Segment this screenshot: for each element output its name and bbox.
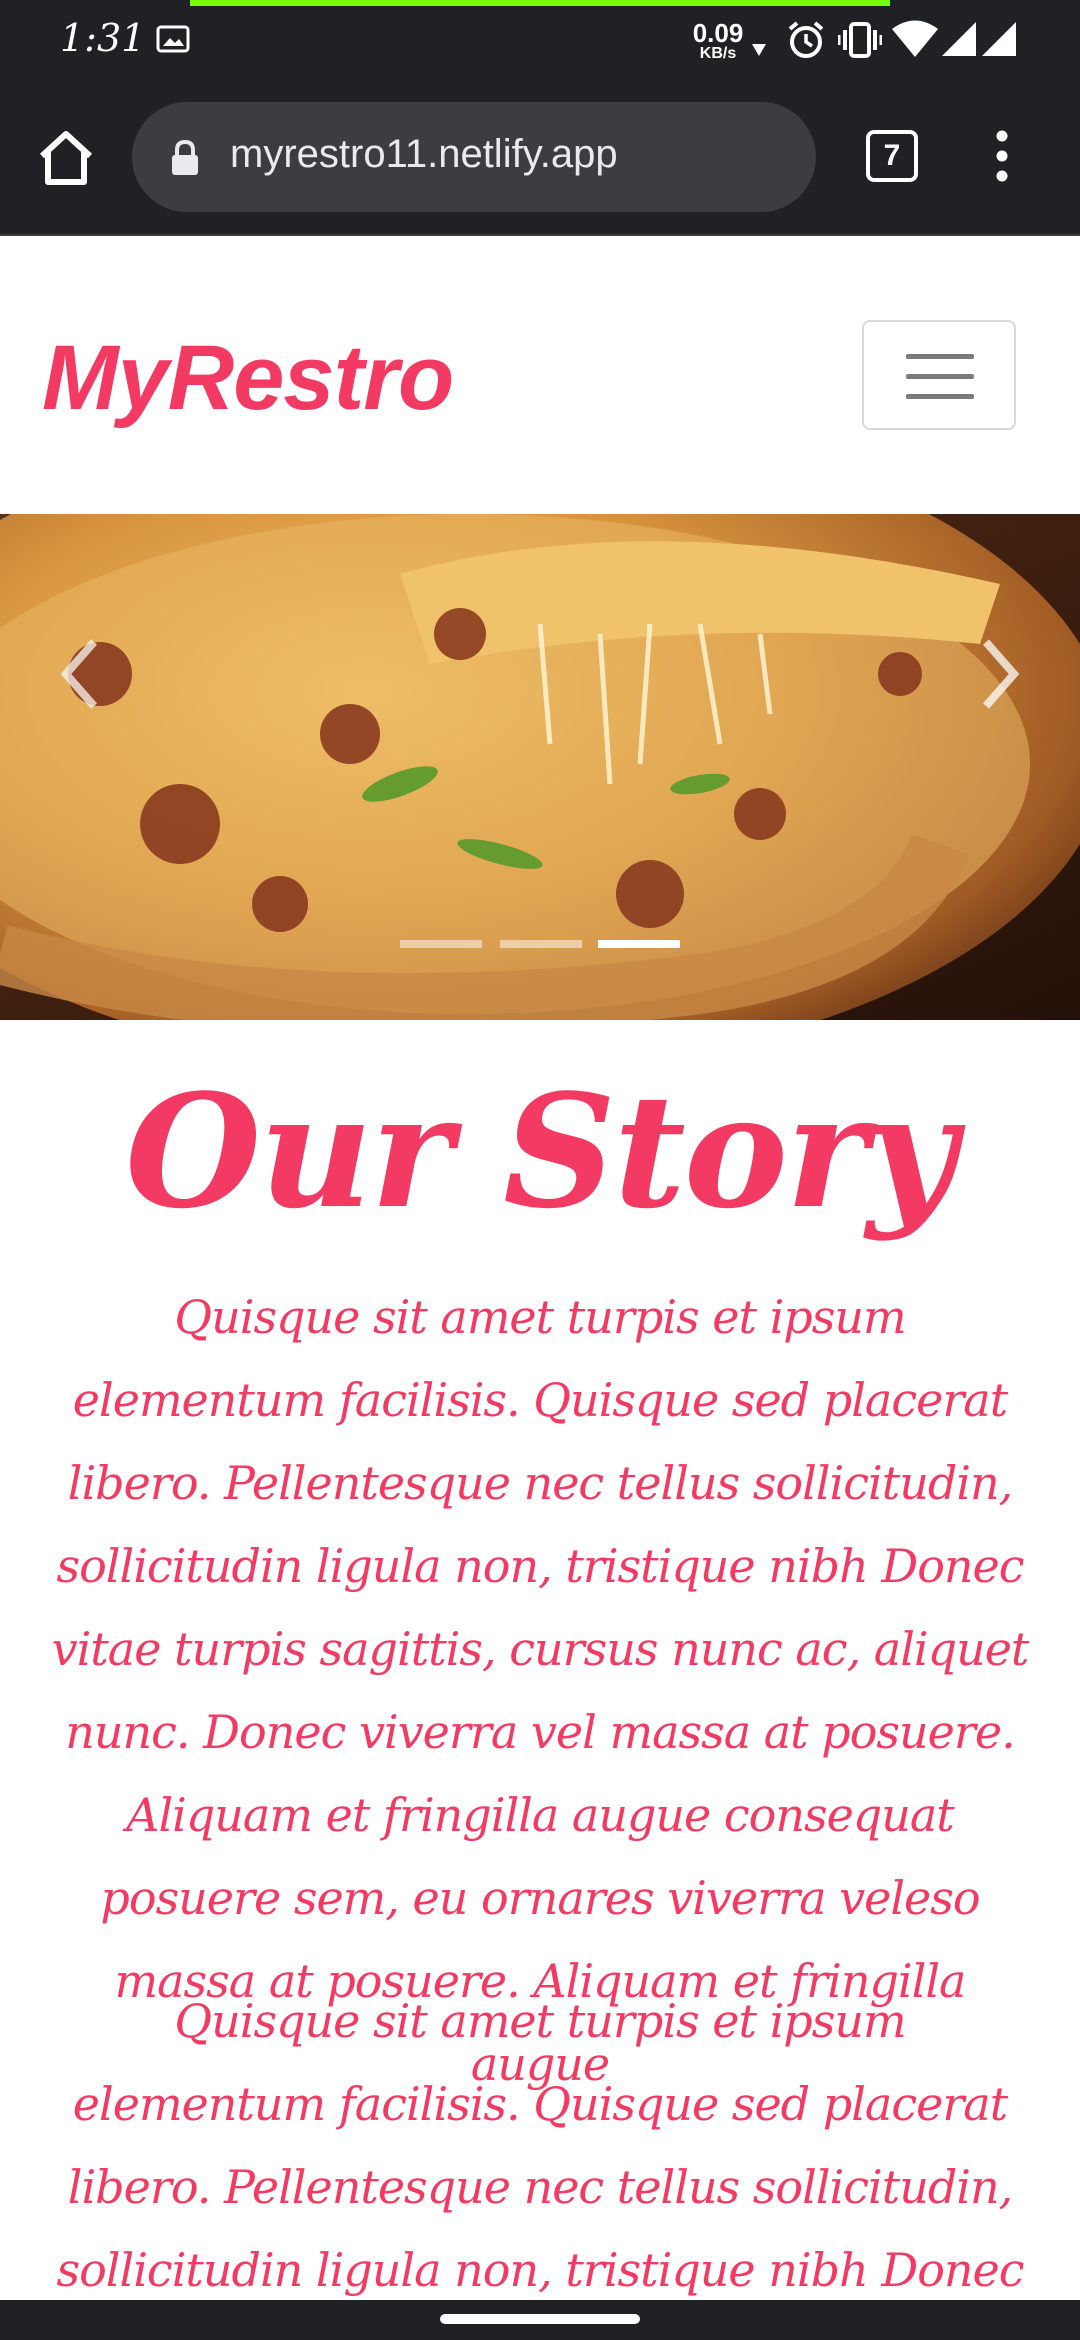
signal-icon (942, 22, 976, 56)
signal-icon (982, 22, 1016, 56)
status-bar: 1:31 0.09 KB/s (0, 0, 1080, 80)
wifi-icon (892, 20, 938, 57)
download-arrow-icon (752, 44, 766, 56)
brand-logo[interactable]: MyRestro (42, 326, 454, 431)
gesture-navigation-bar (0, 2300, 1080, 2340)
tab-switcher-button[interactable]: 7 (866, 130, 918, 182)
address-bar[interactable]: myrestro11.netlify.app (132, 102, 816, 212)
status-time: 1:31 (60, 16, 146, 60)
network-speed: 0.09 KB/s (686, 20, 750, 62)
carousel-indicator-3[interactable] (598, 940, 680, 948)
page-load-progress (190, 0, 890, 6)
navbar-toggler-button[interactable] (862, 320, 1016, 430)
carousel-prev-icon[interactable] (58, 634, 102, 714)
vibrate-icon (838, 22, 882, 58)
carousel-indicator-1[interactable] (400, 940, 482, 948)
more-options-icon[interactable] (990, 128, 1014, 184)
hero-carousel (0, 514, 1080, 1020)
carousel-next-icon[interactable] (978, 634, 1022, 714)
carousel-indicator-2[interactable] (500, 940, 582, 948)
network-speed-unit: KB/s (699, 45, 737, 62)
alarm-icon (788, 21, 824, 58)
story-title: Our Story (125, 1060, 956, 1243)
site-navbar: MyRestro (0, 238, 1080, 514)
hamburger-icon (906, 354, 974, 359)
network-speed-value: 0.09 (692, 18, 744, 48)
image-notification-icon (156, 25, 190, 53)
lock-icon (172, 140, 198, 175)
home-icon[interactable] (34, 126, 98, 190)
browser-toolbar: myrestro11.netlify.app 7 (0, 80, 1080, 236)
home-gesture-handle[interactable] (440, 2314, 640, 2324)
story-section: Our Story Quisque sit amet turpis et ips… (0, 1020, 1080, 2340)
story-paragraph: Quisque sit amet turpis et ipsum element… (52, 1994, 1030, 2340)
carousel-indicators (400, 940, 690, 954)
url-text[interactable]: myrestro11.netlify.app (230, 132, 618, 177)
